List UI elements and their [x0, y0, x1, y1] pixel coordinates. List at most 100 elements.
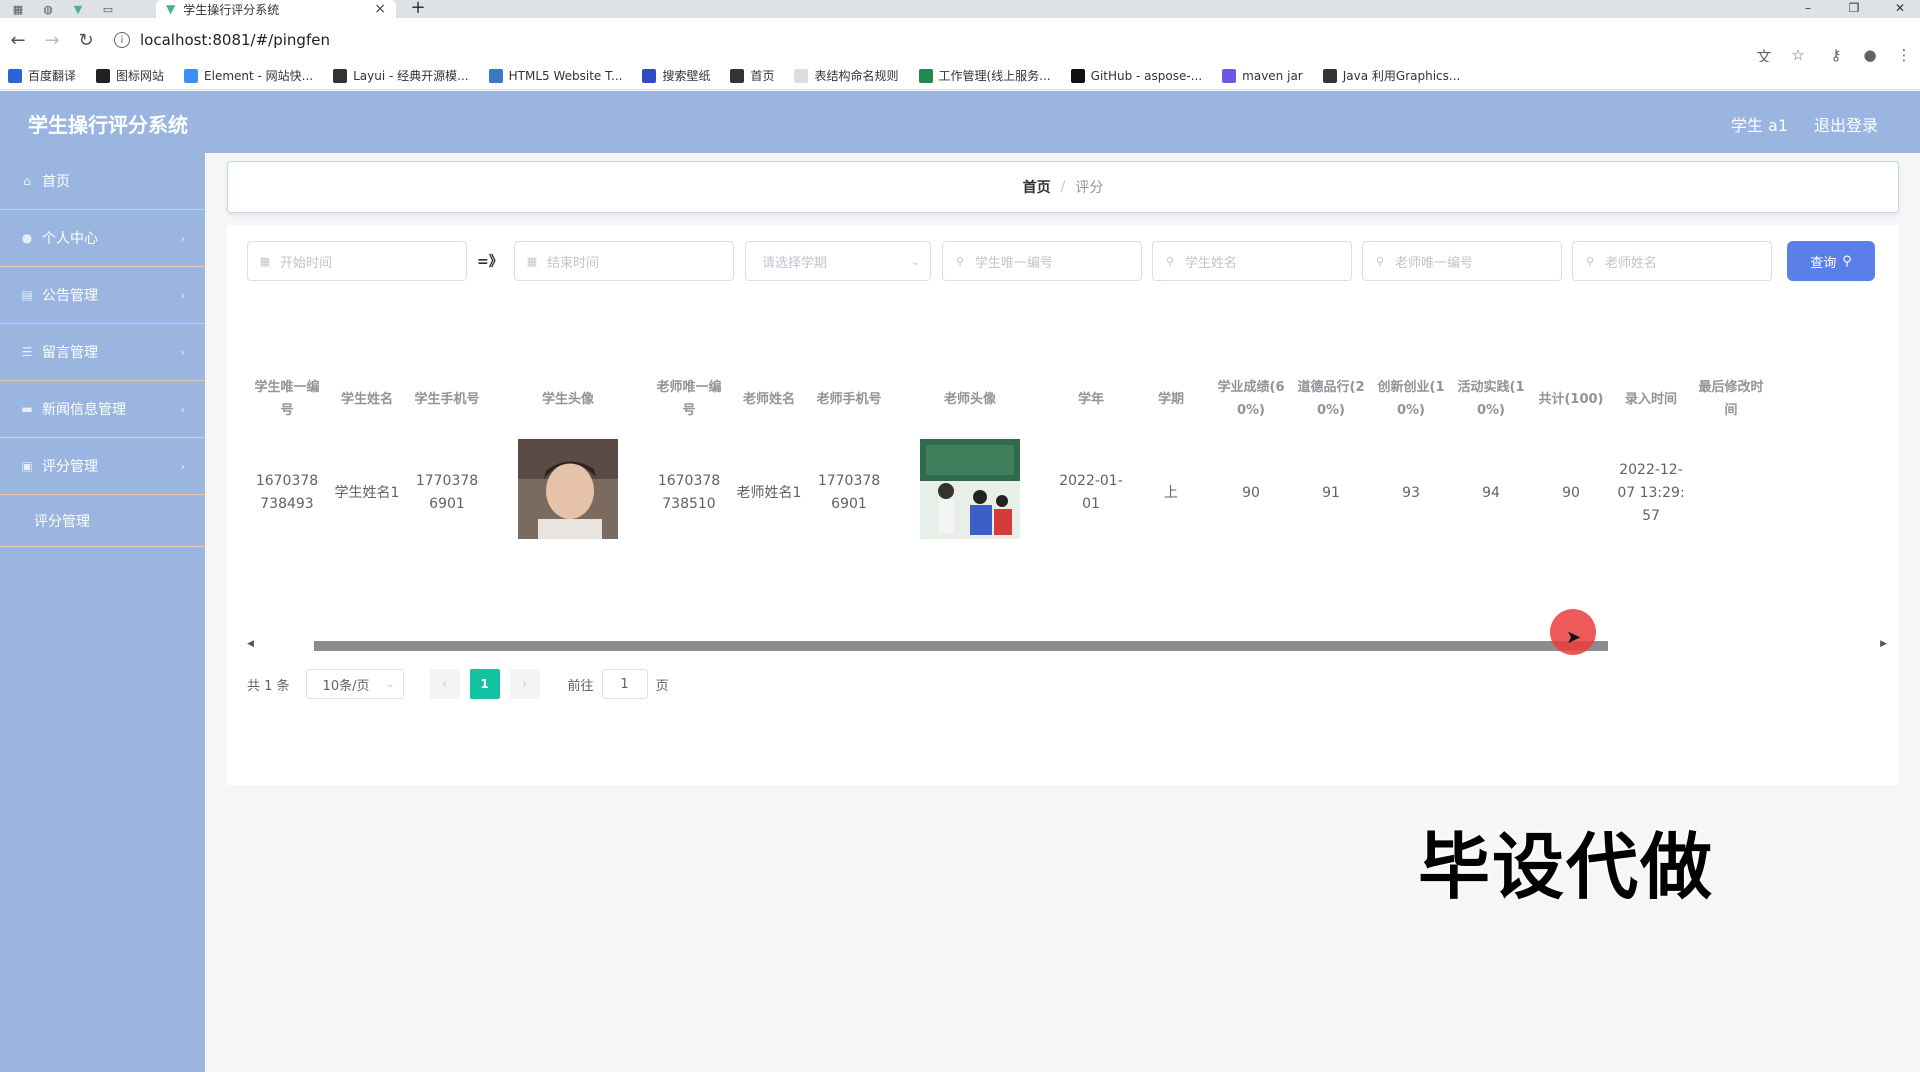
- table-cell: 1670378738510: [657, 473, 721, 512]
- bookmark-item[interactable]: 表结构命名规则: [794, 67, 899, 84]
- bookmark-item[interactable]: 搜索壁纸: [642, 67, 710, 84]
- scrollbar-thumb[interactable]: [314, 641, 1608, 651]
- bookmark-icon: [1322, 68, 1337, 83]
- table-header: 学生唯一编号 学生姓名 学生手机号 学生头像 老师唯一编号 老师姓名 老师手机号 老师头像 学年…: [247, 365, 1897, 433]
- bookmark-item[interactable]: HTML5 Website T...: [488, 68, 622, 83]
- column-header: 活动实践(10%): [1457, 380, 1525, 418]
- sidebar-item-label: 个人中心: [42, 231, 98, 247]
- active-tab[interactable]: ▼ 学生操行评分系统 ×: [156, 0, 396, 18]
- minimize-icon[interactable]: –: [1794, 0, 1822, 18]
- tab-favicon-vue[interactable]: ▼: [64, 0, 92, 18]
- table-cell: 2022-01-01: [1059, 473, 1123, 512]
- bookmark-item[interactable]: 图标网站: [96, 67, 164, 84]
- prev-page-button[interactable]: ‹: [429, 669, 460, 699]
- column-header: 学生唯一编号: [254, 380, 320, 418]
- column-header: 创新创业(10%): [1377, 380, 1445, 418]
- scroll-right-arrow-icon[interactable]: ▶: [1880, 639, 1887, 649]
- bookmark-item[interactable]: Java 利用Graphics...: [1322, 67, 1461, 84]
- page-size-select[interactable]: 10条/页 ⌄: [305, 669, 404, 699]
- forward-icon[interactable]: →: [36, 24, 68, 56]
- bookmarks-bar: 百度翻译 图标网站 Element - 网站快... Layui - 经典开源模...…: [0, 62, 1920, 90]
- url-field[interactable]: i localhost:8081/#/pingfen: [114, 26, 330, 54]
- sidebar-item-label: 留言管理: [42, 345, 98, 361]
- end-time-picker[interactable]: ▦ 结束时间: [514, 241, 734, 281]
- bookmark-item[interactable]: 百度翻译: [8, 67, 76, 84]
- bookmark-item[interactable]: 工作管理(线上服务...: [918, 67, 1051, 84]
- search-icon: ⚲: [955, 254, 965, 268]
- calendar-icon: ▦: [259, 254, 271, 268]
- bookmark-icon: [1070, 68, 1085, 83]
- teacher-name-input[interactable]: ⚲ 老师姓名: [1572, 241, 1772, 281]
- query-button[interactable]: 查询 ⚲: [1787, 241, 1875, 281]
- back-icon[interactable]: ←: [2, 24, 34, 56]
- sidebar-item[interactable]: ⌂ 首页: [0, 153, 205, 210]
- bookmark-item[interactable]: Element - 网站快...: [184, 67, 313, 84]
- sidebar-item[interactable]: ☰ 留言管理 ›: [0, 324, 205, 381]
- semester-select[interactable]: 请选择学期 ⌄: [745, 241, 931, 281]
- bookmark-item[interactable]: maven jar: [1222, 68, 1303, 83]
- table-row[interactable]: 1670378738493 学生姓名1 17703786901 16703787385…: [247, 433, 1897, 553]
- logout-link[interactable]: 退出登录: [1814, 112, 1878, 136]
- bookmark-icon: [918, 68, 933, 83]
- table-cell: 91: [1322, 484, 1340, 501]
- sidebar-item[interactable]: ▤ 公告管理 ›: [0, 267, 205, 324]
- scroll-left-arrow-icon[interactable]: ◀: [247, 639, 254, 649]
- range-separator: =》: [477, 254, 503, 270]
- reload-icon[interactable]: ↻: [70, 24, 102, 56]
- close-window-icon[interactable]: ✕: [1886, 0, 1914, 18]
- next-page-button[interactable]: ›: [509, 669, 540, 699]
- tab-favicon-globe[interactable]: ◍: [34, 0, 62, 18]
- end-time-placeholder: 结束时间: [547, 255, 600, 271]
- sidebar-item-label: 新闻信息管理: [42, 402, 126, 418]
- current-user: 学生 a1: [1730, 116, 1788, 135]
- bookmark-label: 工作管理(线上服务...: [938, 69, 1051, 83]
- table-cell: 17703786901: [817, 473, 881, 512]
- bookmark-label: 图标网站: [116, 69, 165, 83]
- sidebar: ⌂ 首页 ● 个人中心 › ▤ 公告管理 › ☰ 留言管理 › ▬ 新闻信息管理 › ▣ 评分管理 › 评分管理: [0, 153, 205, 1072]
- bookmark-label: Java 利用Graphics...: [1342, 69, 1461, 83]
- column-header: 老师头像: [943, 391, 996, 407]
- student-name-input[interactable]: ⚲ 学生姓名: [1152, 241, 1352, 281]
- tab-favicon-blank[interactable]: ▭: [94, 0, 122, 18]
- chevron-right-icon: ›: [180, 288, 185, 302]
- table-cell: 老师姓名1: [736, 484, 802, 501]
- app-header: 学生操行评分系统 学生 a1 退出登录: [0, 91, 1920, 153]
- main-content: 首页 / 评分 ▦ 开始时间 =》 ▦ 结束时间 请选择学期 ⌄ ⚲ 学生唯一编…: [205, 153, 1920, 1072]
- page-size-value: 10条/页: [322, 678, 370, 694]
- column-header: 共计(100): [1538, 391, 1604, 407]
- chevron-right-icon: ›: [180, 402, 185, 416]
- column-header: 老师唯一编号: [656, 380, 722, 418]
- student-id-input[interactable]: ⚲ 学生唯一编号: [942, 241, 1142, 281]
- student-name-placeholder: 学生姓名: [1185, 255, 1238, 271]
- teacher-id-placeholder: 老师唯一编号: [1395, 255, 1474, 271]
- restore-icon[interactable]: ❐: [1840, 0, 1868, 18]
- site-info-icon[interactable]: i: [114, 32, 130, 48]
- student-id-placeholder: 学生唯一编号: [975, 255, 1054, 271]
- page-number-button[interactable]: 1: [469, 669, 500, 699]
- search-icon: ⚲: [1375, 254, 1385, 268]
- bookmark-item[interactable]: GitHub - aspose-...: [1070, 68, 1202, 83]
- bookmark-icon: [1222, 68, 1237, 83]
- new-tab-button[interactable]: +: [406, 0, 430, 18]
- calendar-icon: ▦: [526, 254, 538, 268]
- start-time-picker[interactable]: ▦ 开始时间: [247, 241, 467, 281]
- table-horizontal-scrollbar[interactable]: ◀ ▶: [247, 639, 1887, 651]
- teacher-id-input[interactable]: ⚲ 老师唯一编号: [1362, 241, 1562, 281]
- sidebar-item[interactable]: ● 个人中心 ›: [0, 210, 205, 267]
- bookmark-icon: [96, 68, 111, 83]
- bookmark-label: maven jar: [1242, 68, 1303, 83]
- table-cell: 1670378738493: [255, 473, 319, 512]
- browser-tab-bar: ▦ ◍ ▼ ▭ ▼ 学生操行评分系统 × + – ❐ ✕: [0, 0, 1920, 18]
- tab-close-icon[interactable]: ×: [374, 1, 386, 17]
- home-icon: ⌂: [23, 174, 31, 188]
- goto-page-input[interactable]: 1: [601, 669, 648, 699]
- tab-favicon-baidu[interactable]: ▦: [4, 0, 32, 18]
- bookmark-item[interactable]: 首页: [730, 67, 774, 84]
- bookmark-item[interactable]: Layui - 经典开源模...: [333, 67, 469, 84]
- column-header: 学期: [1157, 391, 1184, 407]
- sidebar-item[interactable]: ▬ 新闻信息管理 ›: [0, 381, 205, 438]
- sidebar-subitem-score-manage[interactable]: 评分管理: [0, 495, 205, 547]
- chevron-right-icon: ›: [180, 231, 185, 245]
- breadcrumb-home[interactable]: 首页: [1023, 177, 1051, 197]
- sidebar-item[interactable]: ▣ 评分管理 ›: [0, 438, 205, 495]
